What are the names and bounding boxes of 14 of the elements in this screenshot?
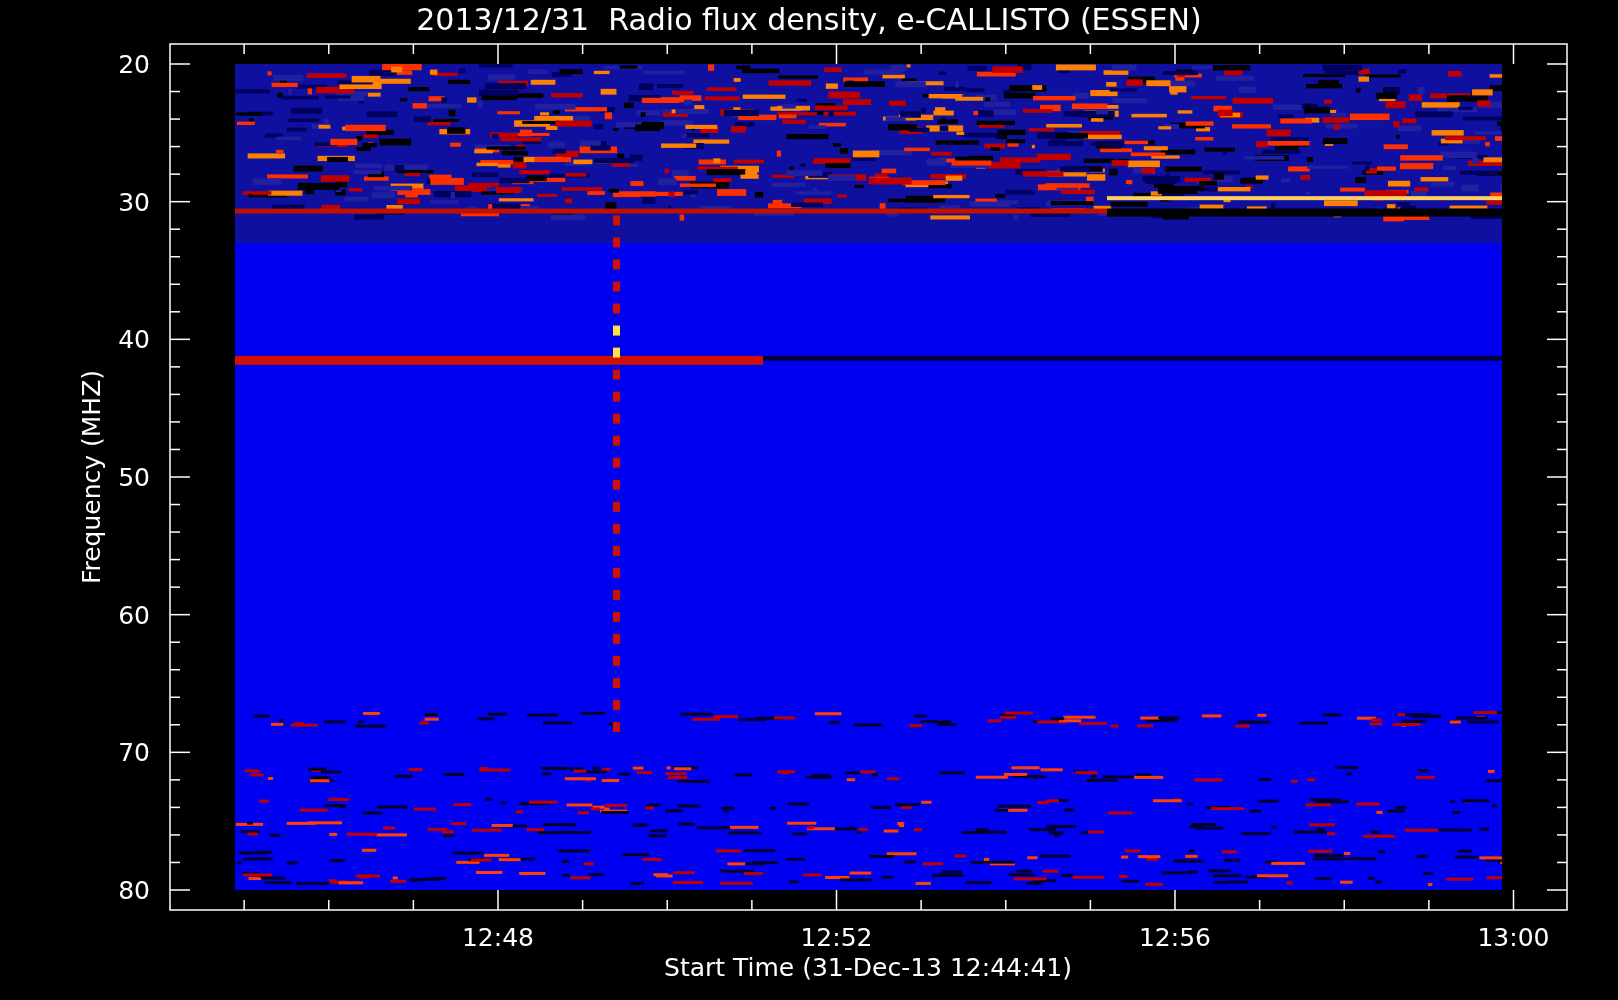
x-tick-label: 12:52 (800, 923, 873, 952)
y-tick-label: 70 (118, 738, 150, 768)
y-tick-label: 50 (118, 463, 150, 492)
x-tick-label: 12:56 (1139, 923, 1211, 952)
y-tick-label: 80 (118, 876, 150, 905)
x-axis-label: Start Time (31-Dec-13 12:44:41) (664, 953, 1072, 982)
y-tick-label: 40 (118, 325, 150, 355)
y-tick-label: 30 (118, 187, 150, 217)
y-tick-label: 60 (118, 600, 150, 630)
y-axis-label: Frequency (MHZ) (77, 369, 106, 585)
y-tick-label: 20 (118, 50, 150, 79)
x-tick-label: 13:00 (1477, 923, 1550, 952)
x-tick-label: 12:48 (462, 923, 534, 952)
chart-title: 2013/12/31 Radio flux density, e-CALLISTO (ESSEN) (416, 5, 1202, 35)
